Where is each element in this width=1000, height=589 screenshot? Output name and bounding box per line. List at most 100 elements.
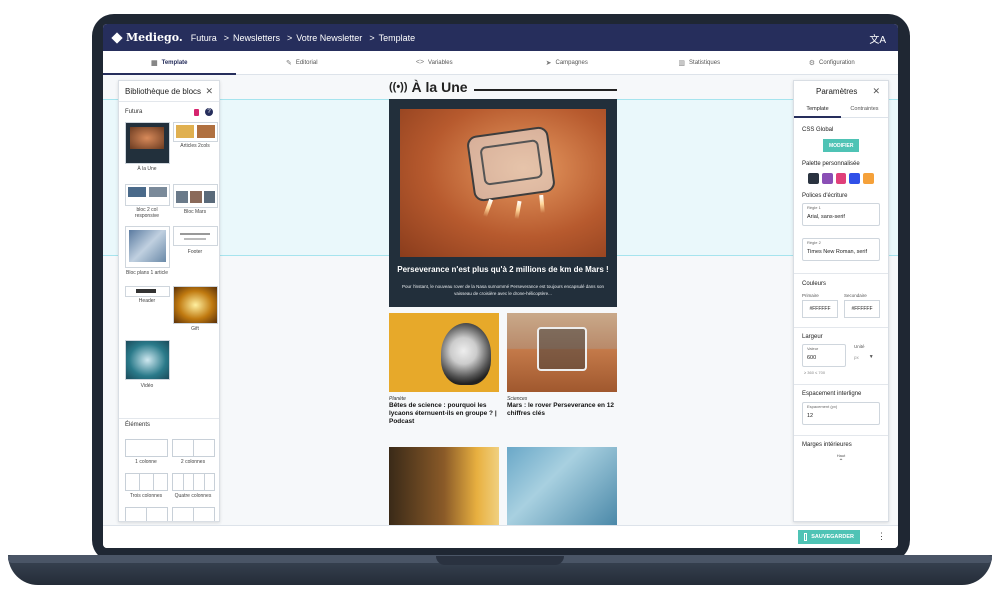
- element-1-colonne[interactable]: [125, 439, 168, 457]
- tab-contraintes[interactable]: Contraintes: [841, 101, 888, 117]
- tab-template[interactable]: ▦ Template: [103, 51, 236, 75]
- margins-label: Marges intérieures: [802, 442, 852, 448]
- secondary-color-input[interactable]: #FFFFFF: [844, 300, 880, 318]
- block-label: Bloc Mars: [183, 209, 207, 215]
- palette-swatch[interactable]: [808, 173, 819, 184]
- breadcrumb-separator: >: [223, 32, 229, 43]
- element-extra[interactable]: [172, 507, 215, 521]
- section-title[interactable]: ((•)) À la Une: [389, 75, 617, 99]
- chevron-up-icon[interactable]: ⌃: [794, 458, 888, 465]
- translate-icon[interactable]: 文A: [869, 31, 886, 46]
- trash-icon[interactable]: [194, 108, 199, 116]
- block-thumb-bloc-2-col[interactable]: [125, 184, 170, 206]
- block-thumb-articles-2cols[interactable]: [173, 122, 218, 142]
- color-fields: Primaire #FFFFFF Secondaire #FFFFFF: [794, 293, 888, 318]
- modifier-button[interactable]: MODIFIER: [823, 139, 859, 152]
- article-heading: Mars : le rover Perseverance en 12 chiff…: [507, 402, 614, 417]
- save-button[interactable]: SAUVEGARDER: [798, 530, 860, 544]
- field-label: Règle 2: [807, 240, 821, 245]
- element-2-colonnes[interactable]: [172, 439, 215, 457]
- block-group-name: Futura: [125, 109, 143, 115]
- tab-configuration[interactable]: ⚙ Configuration: [766, 51, 899, 74]
- palette-swatch[interactable]: [863, 173, 874, 184]
- field-label: Espacement (px): [807, 404, 838, 409]
- hero-block[interactable]: Perseverance n'est plus qu'à 2 millions …: [389, 99, 617, 307]
- breadcrumb-item[interactable]: Votre Newsletter: [296, 33, 362, 43]
- article-card[interactable]: Planète Bêtes de science : pourquoi les …: [389, 313, 499, 426]
- article-card[interactable]: [389, 447, 499, 526]
- tab-template-params[interactable]: Template: [794, 101, 841, 118]
- block-thumb-bloc-mars[interactable]: [173, 184, 218, 208]
- newsletter-preview: ((•)) À la Une Perseverance n'est plus q…: [389, 75, 617, 527]
- logo-mark-icon: [111, 31, 123, 44]
- fonts-label: Polices d'écriture: [802, 193, 848, 199]
- tab-campagnes[interactable]: ➤ Campagnes: [501, 51, 634, 74]
- palette-swatches: [794, 173, 888, 184]
- tab-label: Editorial: [295, 59, 318, 66]
- thruster-flame: [514, 200, 522, 220]
- pencil-icon: ✎: [285, 59, 292, 67]
- close-icon[interactable]: ✕: [205, 86, 213, 97]
- primary-color-input[interactable]: #FFFFFF: [802, 300, 838, 318]
- thruster-flame: [483, 198, 493, 218]
- palette-swatch[interactable]: [835, 173, 847, 184]
- thumb-image: [197, 125, 215, 138]
- element-quatre-colonnes[interactable]: [172, 473, 215, 491]
- block-library-title: Bibliothèque de blocs: [125, 86, 202, 96]
- block-label: Header: [138, 298, 156, 304]
- close-icon[interactable]: ✕: [872, 86, 880, 97]
- help-icon[interactable]: ?: [205, 108, 213, 116]
- element-extra[interactable]: [125, 507, 168, 521]
- divider: [794, 327, 888, 328]
- block-thumb-gift[interactable]: [173, 286, 218, 324]
- divider: [794, 435, 888, 436]
- block-label: Articles 2cols: [180, 143, 210, 149]
- breadcrumb-item[interactable]: Newsletters: [233, 33, 280, 43]
- tab-label: Statistiques: [689, 59, 721, 66]
- hero-heading: Perseverance n'est plus qu'à 2 millions …: [397, 265, 609, 274]
- block-label: bloc 2 col responsive: [134, 207, 160, 219]
- thumb-image: [190, 191, 202, 203]
- breadcrumb-separator: >: [369, 32, 375, 43]
- article-heading: Bêtes de science : pourquoi les lycaons …: [389, 402, 497, 425]
- broadcast-icon: ((•)): [389, 81, 408, 93]
- code-icon: <>: [415, 59, 425, 66]
- tab-editorial[interactable]: ✎ Editorial: [236, 51, 369, 74]
- breadcrumb-item[interactable]: Futura: [191, 33, 217, 43]
- palette-swatch[interactable]: [849, 173, 861, 184]
- palette-swatch[interactable]: [821, 173, 833, 184]
- article-card[interactable]: [507, 447, 617, 526]
- hero-text: Pour l'instant, le nouveau rover de la N…: [402, 284, 604, 296]
- width-fields: Valeur 600 Unité px ▼: [794, 344, 888, 367]
- hero-image: [400, 109, 606, 257]
- block-thumb-bloc-plans[interactable]: [125, 226, 170, 268]
- gear-icon: ⚙: [808, 59, 816, 67]
- block-thumb-a-la-une[interactable]: [125, 122, 170, 164]
- font-rule-2-field[interactable]: Règle 2 Times New Roman, serif: [802, 238, 880, 261]
- block-thumb-video[interactable]: [125, 340, 170, 380]
- width-value-field[interactable]: Valeur 600: [802, 344, 846, 367]
- thumb-line: [136, 289, 156, 293]
- article-card[interactable]: Sciences Mars : le rover Perseverance en…: [507, 313, 617, 418]
- thumb-line: [180, 233, 210, 235]
- block-label: À la Une: [137, 166, 157, 172]
- block-thumb-header[interactable]: [125, 286, 170, 297]
- send-icon: ➤: [545, 59, 552, 67]
- tab-statistiques[interactable]: ▥ Statistiques: [633, 51, 766, 74]
- block-thumb-footer[interactable]: [173, 226, 218, 246]
- parameters-header: Paramètres ✕: [794, 81, 888, 101]
- font-rule-1-field[interactable]: Règle 1 Arial, sans-serif: [802, 203, 880, 226]
- divider: [794, 384, 888, 385]
- logo[interactable]: Mediego.: [111, 31, 183, 44]
- line-spacing-field[interactable]: Espacement (px) 12: [802, 402, 880, 425]
- tab-variables[interactable]: <> Variables: [368, 51, 501, 74]
- line-spacing-label: Espacement interligne: [802, 391, 862, 397]
- thumb-image: [176, 191, 188, 203]
- width-unit-select[interactable]: Unité px ▼: [854, 344, 874, 360]
- main-tabs: ▦ Template ✎ Editorial <> Variables ➤ Campag…: [103, 51, 898, 75]
- width-unit-value: px: [854, 354, 859, 360]
- thumb-line: [184, 238, 206, 240]
- more-options-icon[interactable]: ⋮: [877, 531, 886, 542]
- width-label: Largeur: [802, 334, 823, 340]
- element-trois-colonnes[interactable]: [125, 473, 168, 491]
